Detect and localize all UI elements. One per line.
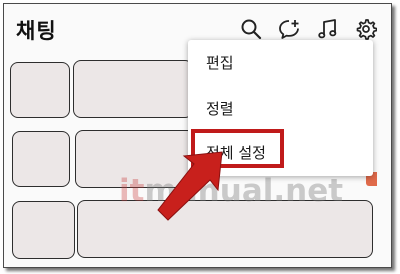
- new-chat-icon[interactable]: [278, 18, 300, 40]
- chat-avatar-placeholder[interactable]: [12, 201, 75, 259]
- chat-preview-placeholder[interactable]: [73, 60, 193, 118]
- page-title: 채팅: [16, 19, 57, 43]
- menu-item-sort[interactable]: 정렬: [188, 90, 373, 128]
- search-icon[interactable]: [240, 18, 262, 40]
- app-window: 채팅 itmanual.net 편집 정렬 전체 설정: [3, 3, 392, 268]
- menu-item-all-settings[interactable]: 전체 설정: [188, 134, 373, 172]
- settings-dropdown-menu: 편집 정렬 전체 설정: [188, 40, 373, 176]
- music-icon[interactable]: [317, 18, 339, 40]
- watermark: itmanual.net: [119, 173, 343, 209]
- watermark-it: it: [119, 173, 145, 209]
- settings-gear-icon[interactable]: [355, 18, 377, 40]
- menu-item-edit[interactable]: 편집: [188, 44, 373, 82]
- watermark-rest: manual.net: [144, 173, 344, 209]
- chat-avatar-placeholder[interactable]: [12, 131, 70, 187]
- chat-avatar-placeholder[interactable]: [10, 62, 70, 118]
